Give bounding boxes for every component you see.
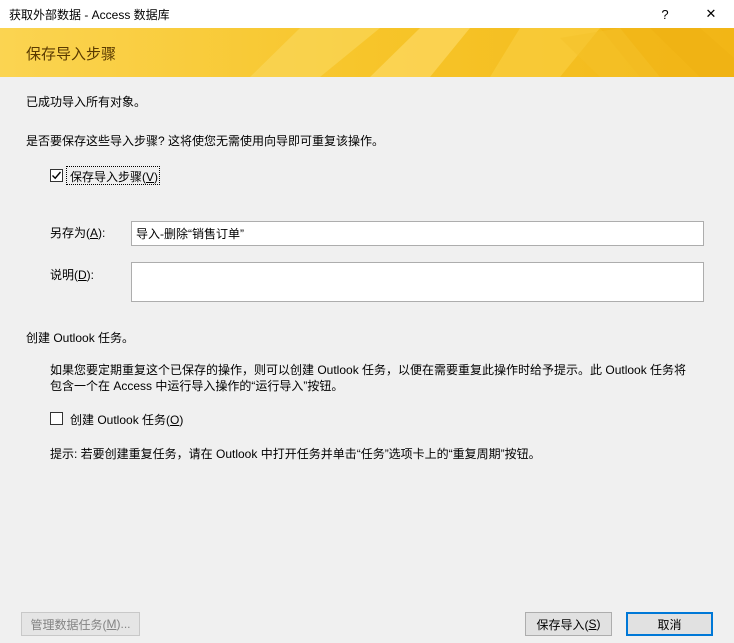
outlook-description-line1: 如果您要定期重复这个已保存的操作，则可以创建 Outlook 任务，以便在需要重… (50, 363, 687, 377)
window-title: 获取外部数据 - Access 数据库 (9, 8, 170, 22)
manage-data-tasks-button[interactable]: 管理数据任务(M)... (21, 612, 140, 636)
close-icon: ✕ (705, 6, 717, 21)
success-message: 已成功导入所有对象。 (26, 95, 147, 109)
hint-text: 提示: 若要创建重复任务，请在 Outlook 中打开任务并单击“任务”选项卡上… (50, 447, 541, 461)
cancel-button[interactable]: 取消 (626, 612, 713, 636)
help-button[interactable]: ? (642, 0, 688, 28)
save-as-label: 另存为(A): (50, 226, 106, 240)
save-as-input[interactable]: 导入-删除“销售订单” (131, 221, 704, 246)
description-input[interactable] (131, 262, 704, 302)
save-steps-checkbox[interactable] (50, 169, 63, 182)
checkmark-icon (52, 171, 62, 180)
close-button[interactable]: ✕ (688, 0, 734, 28)
outlook-description-line2: 包含一个在 Access 中运行导入操作的“运行导入”按钮。 (50, 379, 344, 393)
create-outlook-task-checkbox[interactable] (50, 412, 63, 425)
help-icon: ? (661, 6, 669, 22)
save-question: 是否要保存这些导入步骤? 这将使您无需使用向导即可重复该操作。 (26, 134, 385, 148)
create-outlook-task-label[interactable]: 创建 Outlook 任务(O) (70, 411, 183, 428)
outlook-section-title: 创建 Outlook 任务。 (26, 331, 135, 345)
save-steps-label[interactable]: 保存导入步骤(V) (70, 168, 158, 185)
description-label: 说明(D): (50, 268, 95, 282)
header-banner: 保存导入步骤 (0, 28, 734, 77)
banner-title: 保存导入步骤 (26, 46, 117, 63)
title-bar: 获取外部数据 - Access 数据库 ? ✕ (0, 0, 734, 28)
save-import-button[interactable]: 保存导入(S) (525, 612, 612, 636)
